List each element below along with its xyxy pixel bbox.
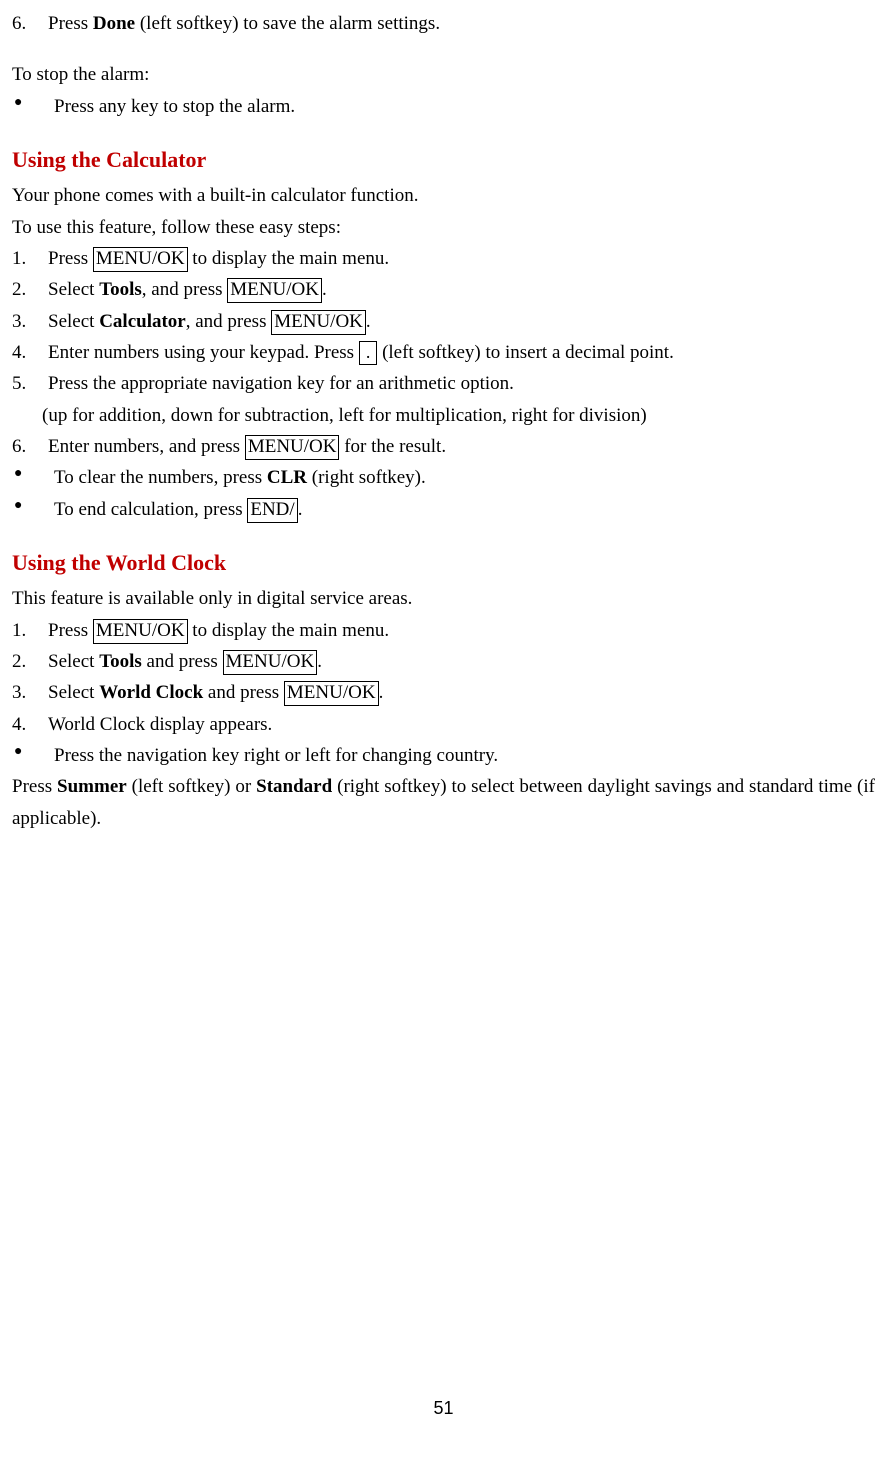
step-text: Press MENU/OK to display the main menu. (48, 243, 389, 274)
calc-intro-2: To use this feature, follow these easy s… (12, 212, 875, 243)
list-marker: 2. (12, 274, 48, 305)
clock-intro: This feature is available only in digita… (12, 583, 875, 614)
bullet-text: To end calculation, press END/. (54, 494, 302, 525)
tools-label: Tools (99, 651, 142, 672)
bullet-text: Press the navigation key right or left f… (54, 740, 498, 771)
list-marker: 6. (12, 8, 48, 39)
stop-alarm-intro: To stop the alarm: (12, 59, 875, 90)
menu-ok-key: MENU/OK (93, 247, 188, 272)
bullet-text: Press any key to stop the alarm. (54, 91, 295, 122)
calc-step-1: 1. Press MENU/OK to display the main men… (12, 243, 875, 274)
bullet-text: To clear the numbers, press CLR (right s… (54, 462, 426, 493)
alarm-step-6: 6. Press Done (left softkey) to save the… (12, 8, 875, 39)
list-marker: 1. (12, 615, 48, 646)
step-text: Select Tools, and press MENU/OK. (48, 274, 327, 305)
stop-alarm-bullet: ● Press any key to stop the alarm. (12, 91, 875, 122)
clock-step-2: 2. Select Tools and press MENU/OK. (12, 646, 875, 677)
page-number: 51 (12, 1394, 875, 1424)
menu-ok-key: MENU/OK (271, 310, 366, 335)
tools-label: Tools (99, 279, 142, 300)
step-text: Enter numbers using your keypad. Press .… (48, 337, 674, 368)
step-text: Press the appropriate navigation key for… (48, 368, 514, 399)
list-marker: 2. (12, 646, 48, 677)
list-marker: 4. (12, 709, 48, 740)
calc-step-4: 4. Enter numbers using your keypad. Pres… (12, 337, 875, 368)
summer-label: Summer (57, 776, 127, 797)
step-text: Select Tools and press MENU/OK. (48, 646, 322, 677)
list-marker: 3. (12, 306, 48, 337)
calc-step-2: 2. Select Tools, and press MENU/OK. (12, 274, 875, 305)
bullet-icon: ● (12, 91, 54, 122)
clock-step-1: 1. Press MENU/OK to display the main men… (12, 615, 875, 646)
list-marker: 1. (12, 243, 48, 274)
clock-step-3: 3. Select World Clock and press MENU/OK. (12, 677, 875, 708)
calc-step-5: 5. Press the appropriate navigation key … (12, 368, 875, 399)
list-marker: 3. (12, 677, 48, 708)
menu-ok-key: MENU/OK (245, 435, 340, 460)
menu-ok-key: MENU/OK (93, 619, 188, 644)
calc-bullet-end: ● To end calculation, press END/. (12, 494, 875, 525)
step-text: Press Done (left softkey) to save the al… (48, 8, 440, 39)
clr-label: CLR (267, 467, 307, 488)
calc-step-5-sub: (up for addition, down for subtraction, … (12, 400, 875, 431)
step-text: Press MENU/OK to display the main menu. (48, 615, 389, 646)
calc-intro-1: Your phone comes with a built-in calcula… (12, 180, 875, 211)
calculator-label: Calculator (99, 311, 186, 332)
step-text: Select World Clock and press MENU/OK. (48, 677, 383, 708)
done-label: Done (93, 13, 135, 34)
step-text: World Clock display appears. (48, 709, 272, 740)
calc-step-6: 6. Enter numbers, and press MENU/OK for … (12, 431, 875, 462)
bullet-icon: ● (12, 494, 54, 525)
clock-bullet-nav: ● Press the navigation key right or left… (12, 740, 875, 771)
calc-step-3: 3. Select Calculator, and press MENU/OK. (12, 306, 875, 337)
step-text: Enter numbers, and press MENU/OK for the… (48, 431, 446, 462)
bullet-icon: ● (12, 740, 54, 771)
list-marker: 5. (12, 368, 48, 399)
calculator-heading: Using the Calculator (12, 142, 875, 178)
clock-summer-standard: Press Summer (left softkey) or Standard … (12, 771, 875, 834)
standard-label: Standard (256, 776, 332, 797)
decimal-key: . (359, 341, 378, 365)
list-marker: 6. (12, 431, 48, 462)
menu-ok-key: MENU/OK (284, 681, 379, 706)
world-clock-label: World Clock (99, 682, 203, 703)
end-key: END/ (247, 498, 297, 523)
clock-step-4: 4. World Clock display appears. (12, 709, 875, 740)
menu-ok-key: MENU/OK (227, 278, 322, 303)
step-text: Select Calculator, and press MENU/OK. (48, 306, 371, 337)
world-clock-heading: Using the World Clock (12, 545, 875, 581)
menu-ok-key: MENU/OK (223, 650, 318, 675)
list-marker: 4. (12, 337, 48, 368)
calc-bullet-clear: ● To clear the numbers, press CLR (right… (12, 462, 875, 493)
bullet-icon: ● (12, 462, 54, 493)
